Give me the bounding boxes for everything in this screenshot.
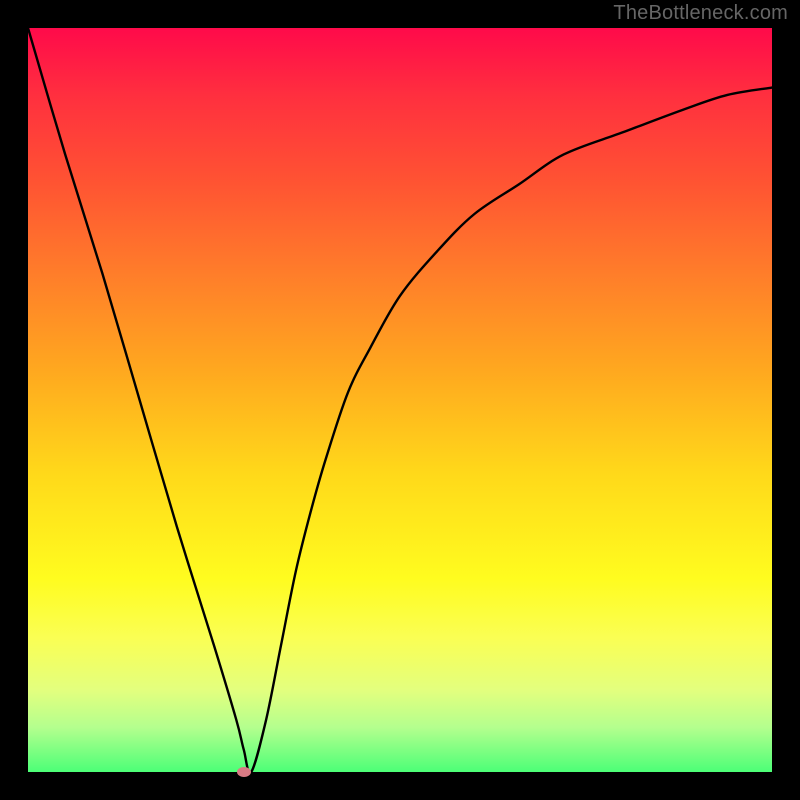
curve-svg: [28, 28, 772, 772]
chart-frame: TheBottleneck.com: [0, 0, 800, 800]
watermark-text: TheBottleneck.com: [613, 2, 788, 25]
curve-path: [28, 28, 772, 773]
minimum-marker: [237, 767, 251, 777]
plot-area: [28, 28, 772, 772]
